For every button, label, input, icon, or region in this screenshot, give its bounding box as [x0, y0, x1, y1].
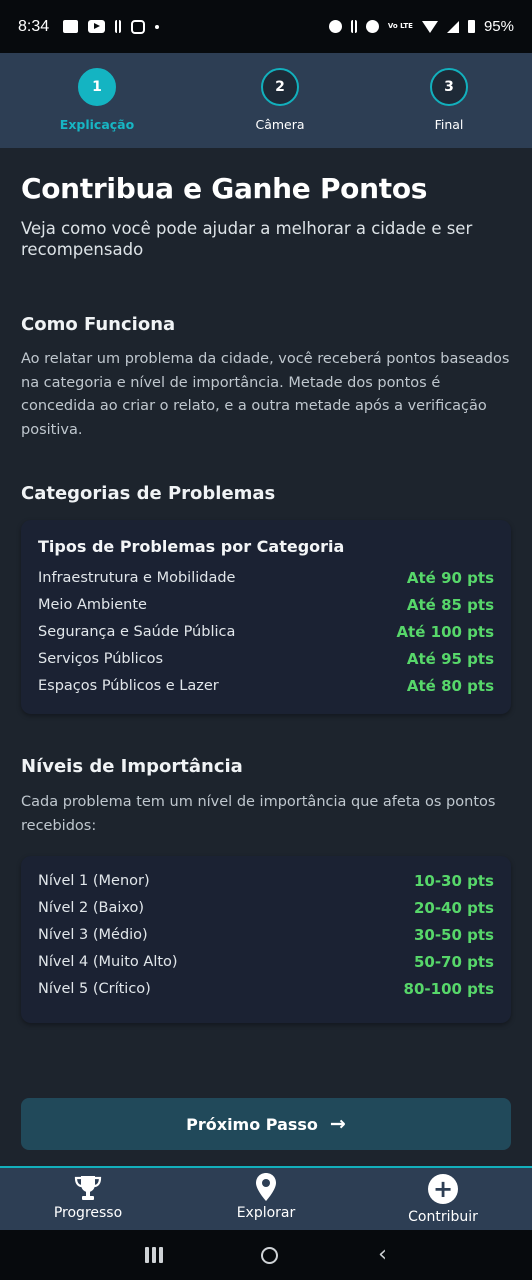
level-name: Nível 1 (Menor): [38, 873, 150, 890]
step-number: 1: [78, 68, 116, 106]
step-label: Explicação: [59, 117, 135, 132]
levels-text: Cada problema tem um nível de importânci…: [21, 794, 496, 834]
category-row: Serviços Públicos Até 95 pts: [38, 645, 494, 672]
categories-card-title: Tipos de Problemas por Categoria: [38, 537, 345, 556]
level-points: 20-40 pts: [413, 899, 494, 918]
notification-icon: [115, 20, 122, 33]
arrow-right-icon: →: [329, 1113, 346, 1135]
page-title: Contribua e Ganhe Pontos: [21, 172, 428, 205]
category-name: Infraestrutura e Mobilidade: [38, 570, 236, 587]
alarm-icon: [328, 20, 342, 33]
volte-icon: Vo LTE: [387, 22, 413, 30]
categories-card: Tipos de Problemas por Categoria Infraes…: [21, 520, 511, 714]
next-step-button[interactable]: Próximo Passo →: [21, 1098, 511, 1150]
system-navigation-bar: ‹: [0, 1230, 532, 1280]
category-row: Segurança e Saúde Pública Até 100 pts: [38, 619, 494, 646]
levels-heading: Níveis de Importância: [21, 756, 243, 777]
category-row: Meio Ambiente Até 85 pts: [38, 592, 494, 619]
recent-apps-icon[interactable]: [145, 1247, 164, 1263]
game-controller-icon: [63, 20, 79, 33]
level-points: 10-30 pts: [413, 872, 494, 891]
levels-card: Nível 1 (Menor) 10-30 pts Nível 2 (Baixo…: [21, 856, 511, 1023]
level-name: Nível 3 (Médio): [38, 926, 148, 943]
nav-label: Progresso: [53, 1205, 123, 1221]
more-notifications-dot-icon: [155, 24, 160, 29]
nav-item-contribuir[interactable]: + Contribuir: [373, 1168, 513, 1225]
bluetooth-icon: [350, 20, 357, 33]
map-pin-icon: [196, 1170, 336, 1202]
step-number: 2: [261, 68, 299, 106]
bottom-navigation: Progresso Explorar + Contribuir: [0, 1166, 532, 1230]
nav-label: Explorar: [236, 1205, 296, 1221]
step-number: 3: [430, 68, 468, 106]
category-points: Até 95 pts: [406, 649, 494, 668]
home-icon[interactable]: [261, 1246, 279, 1264]
status-bar: 8:34 Vo LTE 95%: [0, 0, 532, 53]
level-points: 80-100 pts: [403, 979, 494, 998]
progress-stepper: 1 Explicação 2 Câmera 3 Final: [0, 53, 532, 148]
location-icon: [365, 20, 379, 33]
step-label: Final: [434, 117, 464, 132]
category-row: Espaços Públicos e Lazer Até 80 pts: [38, 672, 494, 699]
instagram-icon: [131, 19, 146, 34]
youtube-icon: [88, 20, 106, 33]
level-row: Nível 2 (Baixo) 20-40 pts: [38, 895, 494, 922]
category-points: Até 85 pts: [406, 596, 494, 615]
status-time: 8:34: [18, 17, 50, 35]
categories-heading: Categorias de Problemas: [21, 483, 276, 504]
category-name: Serviços Públicos: [38, 650, 164, 667]
back-icon[interactable]: ‹: [378, 1244, 387, 1266]
category-row: Infraestrutura e Mobilidade Até 90 pts: [38, 565, 494, 592]
category-points: Até 80 pts: [406, 676, 494, 695]
level-points: 50-70 pts: [413, 952, 494, 971]
step-explicacao[interactable]: 1 Explicação: [37, 68, 157, 132]
next-step-label: Próximo Passo: [186, 1114, 318, 1134]
step-camera[interactable]: 2 Câmera: [220, 68, 340, 132]
plus-circle-icon: +: [373, 1170, 513, 1204]
page-subtitle: Veja como você pode ajudar a melhorar a …: [21, 219, 473, 259]
battery-icon: [467, 20, 475, 33]
step-label: Câmera: [255, 117, 305, 132]
signal-icon: [446, 20, 459, 33]
nav-label: Contribuir: [408, 1209, 478, 1225]
nav-item-progresso[interactable]: Progresso: [18, 1168, 158, 1221]
trophy-icon: [18, 1170, 158, 1202]
category-points: Até 90 pts: [406, 569, 494, 588]
step-final[interactable]: 3 Final: [389, 68, 509, 132]
category-points: Até 100 pts: [396, 622, 494, 641]
nav-item-explorar[interactable]: Explorar: [196, 1168, 336, 1221]
how-it-works-text: Ao relatar um problema da cidade, você r…: [21, 351, 510, 438]
category-name: Espaços Públicos e Lazer: [38, 677, 219, 694]
battery-percent: 95%: [483, 18, 514, 35]
level-row: Nível 5 (Crítico) 80-100 pts: [38, 975, 494, 1002]
level-name: Nível 5 (Crítico): [38, 980, 151, 997]
level-name: Nível 4 (Muito Alto): [38, 953, 178, 970]
level-name: Nível 2 (Baixo): [38, 900, 145, 917]
how-it-works-heading: Como Funciona: [21, 314, 176, 335]
level-row: Nível 1 (Menor) 10-30 pts: [38, 868, 494, 895]
category-name: Meio Ambiente: [38, 597, 147, 614]
level-row: Nível 4 (Muito Alto) 50-70 pts: [38, 948, 494, 975]
level-row: Nível 3 (Médio) 30-50 pts: [38, 922, 494, 949]
category-name: Segurança e Saúde Pública: [38, 623, 236, 640]
level-points: 30-50 pts: [413, 925, 494, 944]
wifi-icon: [421, 20, 438, 33]
